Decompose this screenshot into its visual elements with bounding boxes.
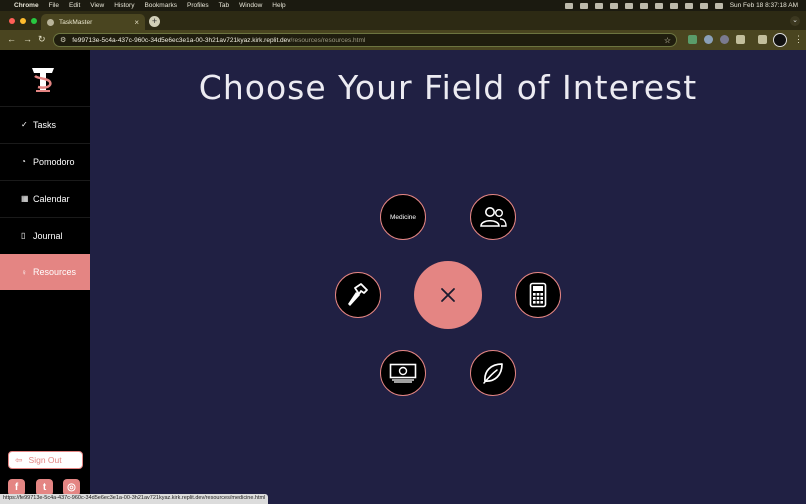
menu-window[interactable]: Window (239, 2, 262, 9)
minimize-window-button[interactable] (20, 18, 26, 24)
close-icon (441, 288, 455, 302)
field-label: Medicine (389, 213, 416, 221)
menu-history[interactable]: History (114, 2, 134, 9)
extensions-puzzle-icon[interactable] (736, 35, 745, 44)
profile-avatar[interactable] (773, 33, 787, 47)
address-bar[interactable]: ⚙ fe99713e-5c4a-437c-960c-34d5e6ec3e1a-0… (53, 33, 677, 47)
chrome-menu-icon[interactable]: ⋮ (794, 34, 803, 45)
menu-file[interactable]: File (49, 2, 59, 9)
sidebar-item-tasks[interactable]: ✓ Tasks (0, 106, 90, 142)
sidebar-item-pomodoro[interactable]: ◔ Pomodoro (0, 143, 90, 179)
close-menu-button[interactable] (414, 261, 482, 329)
extension-icon[interactable] (688, 35, 697, 44)
menu-tab[interactable]: Tab (219, 2, 229, 9)
field-construction-button[interactable] (335, 272, 381, 318)
url-path: /resources/resources.html (290, 36, 366, 44)
book-icon: ▯ (21, 231, 26, 240)
bluetooth-icon[interactable] (624, 2, 633, 9)
calculator-icon (529, 282, 547, 308)
window-controls (9, 18, 37, 24)
lightbulb-icon: ♀ (21, 267, 27, 277)
sidebar-item-label: Resources (33, 267, 77, 277)
close-window-button[interactable] (9, 18, 15, 24)
sidebar-item-label: Tasks (33, 119, 57, 130)
sign-out-icon: ⇦ (15, 454, 23, 465)
battery-icon[interactable] (654, 2, 663, 9)
taskmaster-logo (32, 68, 54, 92)
browser-toolbar: ← → ↻ ⚙ fe99713e-5c4a-437c-960c-34d5e6ec… (0, 30, 806, 50)
sidebar-item-label: Calendar (33, 193, 70, 204)
site-info-icon[interactable]: ⚙ (60, 36, 66, 44)
field-math-button[interactable] (515, 272, 561, 318)
tab-favicon-icon (47, 18, 54, 26)
url-host: fe99713e-5c4a-437c-960c-34d5e6ec3e1a-00-… (72, 36, 291, 44)
extension-circle-icon[interactable] (720, 35, 729, 44)
field-environment-button[interactable] (470, 350, 516, 396)
tab-close-icon[interactable]: × (134, 18, 139, 27)
sidebar-item-label: Journal (33, 230, 63, 241)
cloud-icon[interactable] (564, 2, 573, 9)
main-content: Choose Your Field of Interest Medicine (90, 50, 806, 504)
sign-out-label: Sign Out (28, 455, 62, 465)
zoom-window-button[interactable] (31, 18, 37, 24)
bookmark-star-icon[interactable]: ☆ (664, 36, 671, 45)
menu-bookmarks[interactable]: Bookmarks (144, 2, 177, 9)
mute-icon[interactable] (594, 2, 603, 9)
sidebar-item-resources[interactable]: ♀ Resources (0, 254, 90, 290)
menubar-clock[interactable]: Sun Feb 18 8:37:18 AM (730, 2, 798, 9)
record-icon[interactable] (639, 2, 648, 9)
menu-profiles[interactable]: Profiles (187, 2, 209, 9)
sidebar-toggle-icon[interactable] (758, 35, 767, 44)
display-icon[interactable] (609, 2, 618, 9)
people-icon (480, 207, 507, 227)
menu-app-name[interactable]: Chrome (14, 2, 39, 9)
extension-g-icon[interactable] (704, 35, 713, 44)
wifi-icon[interactable] (669, 2, 678, 9)
hammer-icon (348, 283, 368, 306)
sidebar-item-label: Pomodoro (33, 156, 75, 167)
app-sidebar: ✓ Tasks ◔ Pomodoro ▦ Calendar ▯ Journal … (0, 50, 90, 504)
tab-search-chevron-icon[interactable]: ⌄ (790, 16, 800, 26)
field-finance-button[interactable] (380, 350, 426, 396)
leaf-icon (483, 363, 503, 384)
field-people-button[interactable] (470, 194, 516, 240)
new-tab-button[interactable]: + (149, 16, 160, 27)
field-medicine-button[interactable]: Medicine (380, 194, 426, 240)
calendar-icon: ▦ (21, 194, 29, 203)
back-arrow-icon[interactable]: ← (7, 34, 16, 44)
browser-tab-strip: TaskMaster × + ⌄ (0, 11, 806, 30)
control-center-icon[interactable] (699, 2, 708, 9)
page-title: Choose Your Field of Interest (198, 68, 698, 107)
timer-icon: ◔ (21, 157, 26, 166)
browser-tab[interactable]: TaskMaster × (41, 14, 145, 30)
menu-view[interactable]: View (90, 2, 104, 9)
macos-menubar: Chrome File Edit View History Bookmarks … (0, 0, 806, 11)
reload-icon[interactable]: ↻ (38, 34, 46, 45)
sidebar-item-calendar[interactable]: ▦ Calendar (0, 180, 90, 216)
siri-icon[interactable] (714, 2, 723, 9)
menubar-status-area: Sun Feb 18 8:37:18 AM (564, 0, 798, 11)
forward-arrow-icon[interactable]: → (23, 34, 32, 44)
spotlight-icon[interactable] (684, 2, 693, 9)
status-url-bubble: https://fe99713e-5c4a-437c-960c-34d5e6ec… (0, 494, 269, 504)
sidebar-item-journal[interactable]: ▯ Journal (0, 217, 90, 253)
menu-edit[interactable]: Edit (69, 2, 80, 9)
money-icon (389, 363, 417, 383)
sign-out-button[interactable]: ⇦ Sign Out (8, 451, 83, 469)
broadcast-icon[interactable] (579, 2, 588, 9)
tab-title: TaskMaster (59, 18, 93, 26)
menu-help[interactable]: Help (272, 2, 285, 9)
checkmark-icon: ✓ (21, 120, 28, 129)
